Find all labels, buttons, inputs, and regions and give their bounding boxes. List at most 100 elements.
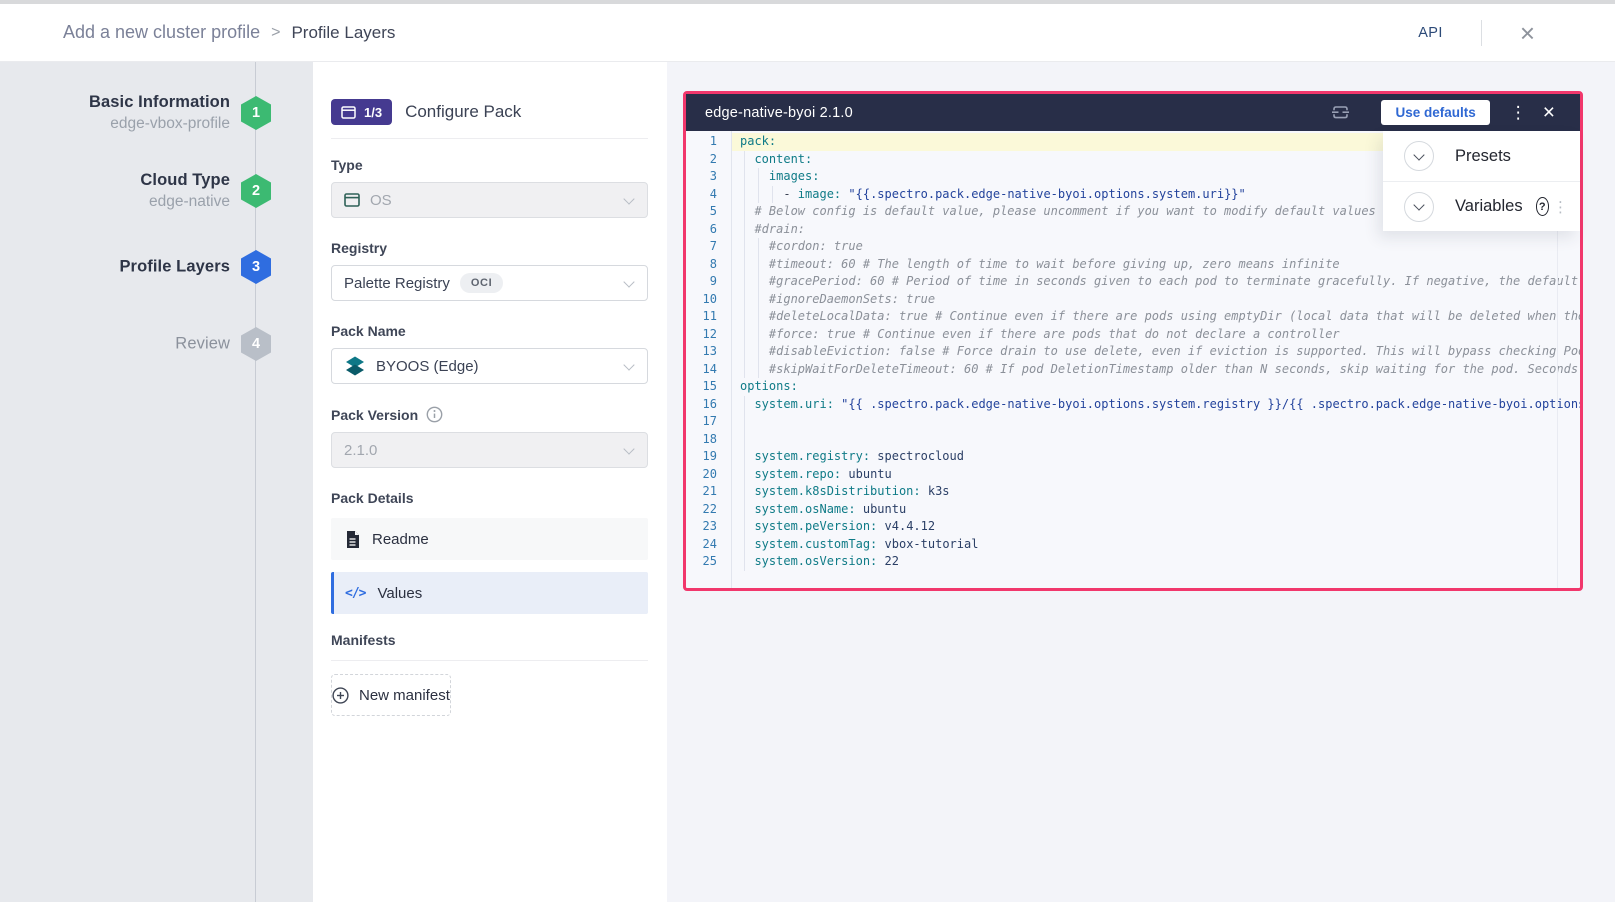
line-number: 25	[686, 553, 717, 571]
pack-step-count: 1/3	[364, 105, 382, 120]
breadcrumb-separator: >	[271, 24, 280, 42]
line-number: 9	[686, 273, 717, 291]
line-number: 5	[686, 203, 717, 221]
wizard-close-icon[interactable]: ×	[1520, 23, 1535, 43]
use-defaults-button[interactable]: Use defaults	[1381, 100, 1489, 125]
code-line[interactable]: 13 #disableEviction: false # Force drain…	[686, 343, 1580, 361]
step-title: Profile Layers	[119, 258, 230, 277]
pack-name-value: BYOOS (Edge)	[376, 358, 479, 375]
pack-step-badge: 1/3	[331, 99, 392, 125]
line-number: 24	[686, 536, 717, 554]
line-number: 6	[686, 221, 717, 239]
line-number: 22	[686, 501, 717, 519]
stepper-step-review[interactable]: Review 4	[0, 327, 313, 361]
api-link[interactable]: API	[1418, 25, 1443, 41]
wizard-stepper-panel: Basic Information edge-vbox-profile 1 Cl…	[0, 62, 313, 902]
step-title: Review	[175, 335, 230, 354]
registry-oci-badge: OCI	[460, 273, 503, 293]
line-number: 10	[686, 291, 717, 309]
line-number: 13	[686, 343, 717, 361]
line-number: 21	[686, 483, 717, 501]
new-manifest-label: New manifest	[359, 687, 450, 704]
stepper-step-basic-information[interactable]: Basic Information edge-vbox-profile 1	[0, 96, 313, 130]
code-line[interactable]: 16 system.uri: "{{ .spectro.pack.edge-na…	[686, 396, 1580, 414]
line-number: 16	[686, 396, 717, 414]
code-line[interactable]: 25 system.osVersion: 22	[686, 553, 1580, 571]
line-number: 1	[686, 133, 717, 151]
code-line[interactable]: 15options:	[686, 378, 1580, 396]
window-icon	[341, 106, 356, 119]
chevron-down-icon	[623, 443, 634, 454]
variables-kebab-menu-icon[interactable]: ⋮	[1549, 198, 1572, 216]
pack-name-select[interactable]: BYOOS (Edge)	[331, 348, 648, 384]
line-number: 17	[686, 413, 717, 431]
type-select[interactable]: OS	[331, 182, 648, 218]
line-number: 12	[686, 326, 717, 344]
step-indicator-hexagon: 2	[241, 174, 271, 208]
chevron-down-icon	[1413, 149, 1424, 160]
code-line[interactable]: 22 system.osName: ubuntu	[686, 501, 1580, 519]
breadcrumb: Add a new cluster profile > Profile Laye…	[63, 22, 395, 43]
step-indicator-hexagon: 3	[241, 250, 271, 284]
registry-value: Palette Registry	[344, 275, 450, 292]
presets-expand-button[interactable]	[1404, 141, 1434, 171]
type-label: Type	[331, 157, 648, 173]
pack-version-select[interactable]: 2.1.0	[331, 432, 648, 468]
breadcrumb-current-step: Profile Layers	[291, 23, 395, 43]
code-line[interactable]: 19 system.registry: spectrocloud	[686, 448, 1580, 466]
line-number: 8	[686, 256, 717, 274]
registry-label: Registry	[331, 240, 648, 256]
code-line[interactable]: 14 #skipWaitForDeleteTimeout: 60 # If po…	[686, 361, 1580, 379]
pack-version-value: 2.1.0	[344, 442, 377, 459]
editor-pack-title: edge-native-byoi 2.1.0	[705, 105, 853, 121]
values-tab[interactable]: </> Values	[331, 572, 648, 614]
code-line[interactable]: 12 #force: true # Continue even if there…	[686, 326, 1580, 344]
step-indicator-hexagon: 1	[241, 96, 271, 130]
plus-circle-icon	[332, 687, 349, 704]
editor-side-panel: Presets Variables ? ⋮	[1383, 131, 1580, 231]
stepper-step-cloud-type[interactable]: Cloud Type edge-native 2	[0, 174, 313, 208]
stepper-step-profile-layers[interactable]: Profile Layers 3	[0, 250, 313, 284]
manifests-label: Manifests	[331, 632, 648, 648]
pack-version-label: Pack Version	[331, 407, 418, 423]
code-line[interactable]: 17	[686, 413, 1580, 431]
diff-view-icon[interactable]	[1330, 103, 1351, 122]
line-number: 4	[686, 186, 717, 204]
info-icon[interactable]	[426, 406, 443, 423]
code-line[interactable]: 11 #deleteLocalData: true # Continue eve…	[686, 308, 1580, 326]
code-line[interactable]: 20 system.repo: ubuntu	[686, 466, 1580, 484]
code-line[interactable]: 21 system.k8sDistribution: k3s	[686, 483, 1580, 501]
editor-kebab-menu-icon[interactable]: ⋮	[1510, 104, 1527, 121]
header-divider	[1481, 20, 1482, 46]
code-line[interactable]: 7 #cordon: true	[686, 238, 1580, 256]
chevron-down-icon	[623, 359, 634, 370]
line-number: 19	[686, 448, 717, 466]
line-number: 2	[686, 151, 717, 169]
line-number: 11	[686, 308, 717, 326]
code-line[interactable]: 10 #ignoreDaemonSets: true	[686, 291, 1580, 309]
editor-close-icon[interactable]: ×	[1543, 102, 1555, 123]
code-line[interactable]: 18	[686, 431, 1580, 449]
os-window-icon	[344, 193, 360, 207]
configure-pack-title: Configure Pack	[405, 102, 521, 122]
code-line[interactable]: 8 #timeout: 60 # The length of time to w…	[686, 256, 1580, 274]
editor-header: edge-native-byoi 2.1.0 Use defaults ⋮ ×	[686, 94, 1580, 131]
breadcrumb-wizard-title[interactable]: Add a new cluster profile	[63, 22, 260, 43]
presets-section: Presets	[1383, 131, 1580, 181]
help-icon[interactable]: ?	[1536, 197, 1549, 216]
variables-expand-button[interactable]	[1404, 192, 1434, 222]
code-line[interactable]: 23 system.peVersion: v4.4.12	[686, 518, 1580, 536]
code-line[interactable]: 9 #gracePeriod: 60 # Period of time in s…	[686, 273, 1580, 291]
registry-select[interactable]: Palette Registry OCI	[331, 265, 648, 301]
chevron-down-icon	[623, 276, 634, 287]
code-line[interactable]: 24 system.customTag: vbox-tutorial	[686, 536, 1580, 554]
readme-tab-label: Readme	[372, 531, 429, 548]
readme-tab[interactable]: Readme	[331, 518, 648, 560]
configure-pack-panel: 1/3 Configure Pack Type OS Registry	[313, 62, 667, 902]
line-number: 23	[686, 518, 717, 536]
step-title: Basic Information	[89, 93, 230, 112]
line-number: 20	[686, 466, 717, 484]
wizard-header: Add a new cluster profile > Profile Laye…	[0, 4, 1615, 62]
step-subtitle: edge-native	[140, 193, 230, 211]
new-manifest-button[interactable]: New manifest	[331, 674, 451, 716]
